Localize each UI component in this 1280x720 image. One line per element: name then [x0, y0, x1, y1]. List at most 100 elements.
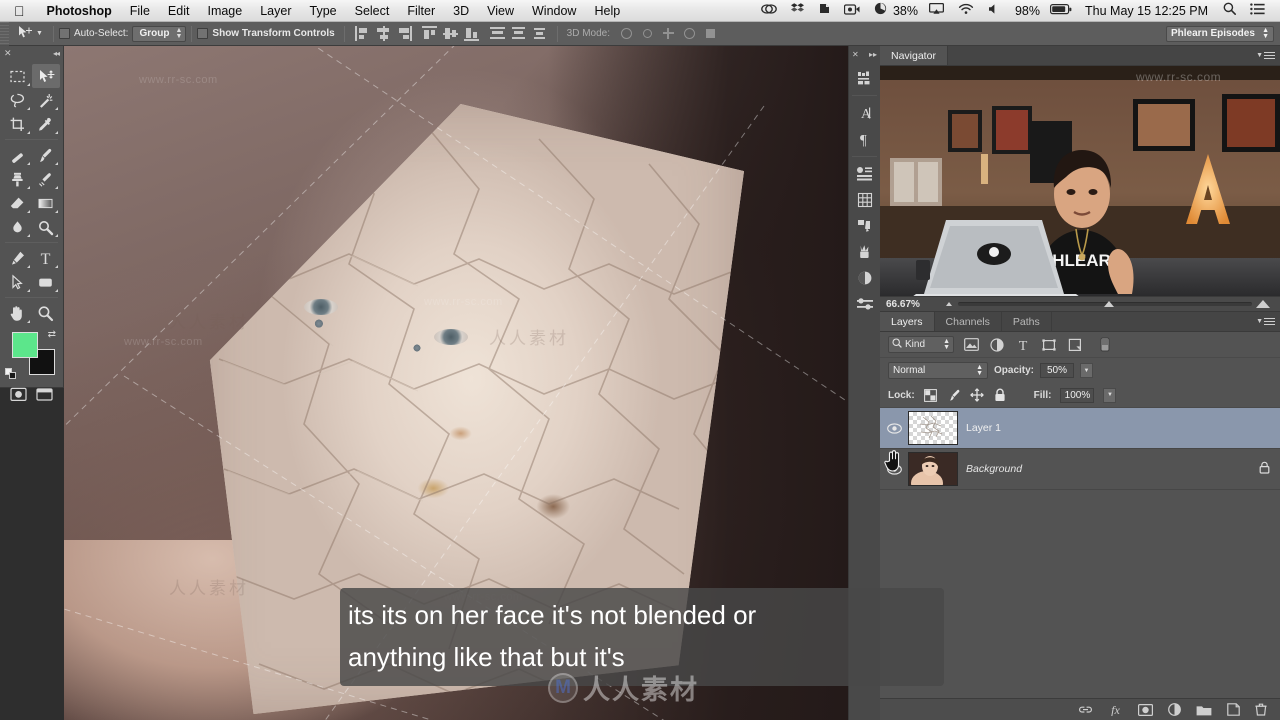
filter-smart-object-icon[interactable]	[1066, 336, 1084, 354]
airplay-icon[interactable]	[922, 0, 951, 22]
lock-all-icon[interactable]	[993, 388, 1007, 402]
layer-filter-kind-dropdown[interactable]: Kind ▲ ▼	[888, 336, 954, 353]
navigator-zoom-value[interactable]: 66.67%	[886, 299, 930, 310]
menu-layer[interactable]: Layer	[251, 0, 300, 22]
expand-panels-icon[interactable]: ▸▸	[869, 50, 877, 59]
swatches-panel-icon[interactable]	[849, 187, 880, 213]
align-horizontal-centers-icon[interactable]	[375, 25, 392, 42]
zoom-tool[interactable]	[32, 301, 61, 325]
close-icon[interactable]: ✕	[4, 48, 12, 59]
menu-view[interactable]: View	[478, 0, 523, 22]
align-top-edges-icon[interactable]	[421, 25, 438, 42]
delete-layer-icon[interactable]	[1255, 703, 1267, 716]
table-row[interactable]: Background	[880, 449, 1280, 490]
lasso-tool[interactable]	[3, 88, 32, 112]
align-right-edges-icon[interactable]	[396, 25, 413, 42]
search-icon[interactable]	[1216, 0, 1243, 22]
clone-stamp-tool[interactable]	[3, 167, 32, 191]
timer-icon[interactable]	[867, 0, 889, 22]
workspace-switcher[interactable]: Phlearn Episodes ▲ ▼	[1166, 25, 1274, 42]
quick-mask-icon[interactable]	[7, 386, 29, 402]
opacity-stepper[interactable]: ▼	[1080, 363, 1094, 378]
align-vertical-centers-icon[interactable]	[442, 25, 459, 42]
pen-tool[interactable]	[3, 246, 32, 270]
auto-select-scope-dropdown[interactable]: Group ▲ ▼	[132, 25, 187, 42]
chevron-down-icon[interactable]: ▼	[36, 30, 43, 37]
brush-tool[interactable]	[32, 143, 61, 167]
distribute-bottom-icon[interactable]	[531, 25, 548, 42]
slide-3d-icon[interactable]	[681, 25, 698, 42]
add-layer-mask-icon[interactable]	[1138, 703, 1153, 716]
align-bottom-edges-icon[interactable]	[463, 25, 480, 42]
tab-navigator[interactable]: Navigator	[880, 46, 948, 65]
menu-help[interactable]: Help	[585, 0, 629, 22]
new-layer-icon[interactable]	[1227, 703, 1240, 716]
menu-photoshop[interactable]: Photoshop	[38, 0, 121, 22]
swap-colors-icon[interactable]: ⇄	[48, 329, 56, 340]
show-transform-controls-checkbox[interactable]	[197, 28, 209, 39]
lock-position-icon[interactable]	[969, 388, 984, 402]
panel-menu-icon[interactable]: ▼	[1256, 50, 1275, 61]
tab-channels[interactable]: Channels	[935, 312, 1002, 331]
menu-edit[interactable]: Edit	[159, 0, 199, 22]
menu-file[interactable]: File	[121, 0, 159, 22]
crop-tool[interactable]	[3, 112, 32, 136]
eraser-tool[interactable]	[3, 191, 32, 215]
menu-window[interactable]: Window	[523, 0, 585, 22]
rectangular-marquee-tool[interactable]	[3, 64, 32, 88]
wifi-icon[interactable]	[951, 0, 981, 22]
menu-clock[interactable]: Thu May 15 12:25 PM	[1075, 4, 1216, 18]
blend-mode-dropdown[interactable]: Normal ▲ ▼	[888, 362, 988, 379]
navigator-zoom-slider[interactable]	[936, 296, 1274, 312]
roll-3d-icon[interactable]	[639, 25, 656, 42]
adjustments-panel-icon[interactable]	[849, 161, 880, 187]
menu-type[interactable]: Type	[301, 0, 346, 22]
spot-healing-brush-tool[interactable]	[3, 143, 32, 167]
gradient-tool[interactable]	[32, 191, 61, 215]
dodge-tool[interactable]	[32, 215, 61, 239]
hand-tool[interactable]	[3, 301, 32, 325]
layer-name[interactable]: Layer 1	[966, 422, 1280, 434]
brush-panel-icon[interactable]	[849, 239, 880, 265]
new-adjustment-layer-icon[interactable]	[1168, 703, 1181, 716]
eyedropper-tool[interactable]	[32, 112, 61, 136]
color-panel-icon[interactable]	[849, 265, 880, 291]
filter-pixel-icon[interactable]	[962, 336, 980, 354]
panel-menu-icon[interactable]: ▼	[1256, 316, 1275, 327]
creative-cloud-icon[interactable]	[754, 0, 784, 22]
filter-adjustment-icon[interactable]	[988, 336, 1006, 354]
lock-image-pixels-icon[interactable]	[947, 388, 961, 402]
close-icon[interactable]: ✕	[852, 50, 859, 59]
notification-center-icon[interactable]	[1243, 0, 1272, 22]
tab-paths[interactable]: Paths	[1002, 312, 1052, 331]
screen-mode-icon[interactable]	[34, 386, 56, 402]
zoom-slider-thumb[interactable]	[1104, 301, 1114, 307]
layer-thumbnail[interactable]	[908, 452, 958, 486]
magic-wand-tool[interactable]	[32, 88, 61, 112]
fill-value[interactable]: 100%	[1060, 387, 1095, 403]
default-colors-icon[interactable]	[5, 368, 16, 379]
menu-select[interactable]: Select	[346, 0, 399, 22]
options-bar-grip[interactable]	[0, 21, 9, 46]
history-brush-tool[interactable]	[32, 167, 61, 191]
menu-3d[interactable]: 3D	[444, 0, 478, 22]
paragraph-panel-icon[interactable]: ¶	[849, 126, 880, 152]
table-row[interactable]: Layer 1	[880, 408, 1280, 449]
character-panel-icon[interactable]: A	[849, 100, 880, 126]
type-tool[interactable]: T	[32, 246, 61, 270]
battery-icon[interactable]	[1044, 3, 1075, 18]
rectangle-tool[interactable]	[32, 270, 61, 294]
zoom-in-icon[interactable]	[1256, 300, 1270, 308]
layer-name[interactable]: Background	[966, 463, 1259, 475]
link-layers-icon[interactable]	[1078, 704, 1093, 715]
path-selection-tool[interactable]	[3, 270, 32, 294]
blur-tool[interactable]	[3, 215, 32, 239]
fill-stepper[interactable]: ▼	[1103, 387, 1117, 403]
auto-select-checkbox[interactable]	[58, 28, 70, 39]
current-tool-preset[interactable]: ▼	[9, 24, 48, 43]
new-group-icon[interactable]	[1196, 704, 1212, 716]
info-histogram-icon[interactable]	[849, 65, 880, 91]
pan-3d-icon[interactable]	[660, 25, 677, 42]
evernote-icon[interactable]	[811, 0, 837, 22]
menu-filter[interactable]: Filter	[398, 0, 444, 22]
